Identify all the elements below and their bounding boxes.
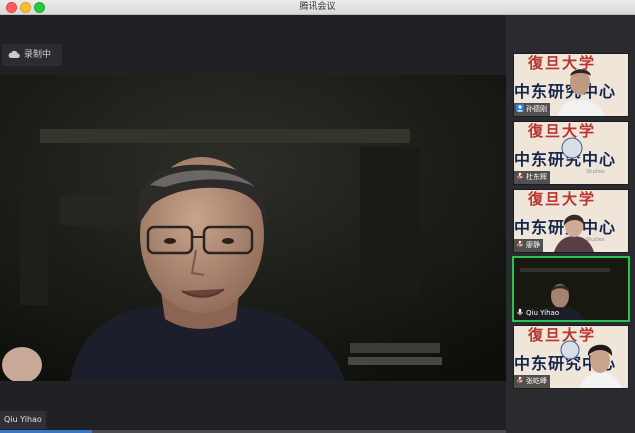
user-icon [516,104,524,112]
speaker-name-label: Qiu Yihao [0,411,46,429]
participant-name-label: 廖静 [514,239,543,252]
participant-name: 孙德刚 [526,105,547,113]
participant-sidebar: 復旦大学 中东研究中心 孙德刚 復旦大学 中东研究中心 Studies 杜东辉 … [506,15,635,433]
participant-name: 廖静 [526,241,540,249]
title-bar: 腾讯会议 [0,0,635,15]
recording-label: 录制中 [24,50,52,60]
participant-tile[interactable]: 復旦大学 中东研究中心 Studies 廖静 [513,189,629,253]
participant-tile[interactable]: 復旦大学 中东研究中心 张屹峰 [513,325,629,389]
recording-indicator[interactable]: 录制中 [2,44,62,66]
mic-off-icon [516,376,524,384]
participant-name-label: 张屹峰 [514,375,550,388]
window-title: 腾讯会议 [299,2,336,12]
participant-name: 杜东辉 [526,173,547,181]
participant-name: Qiu Yihao [526,309,560,317]
cloud-icon [8,50,20,58]
main-video-area: 录制中 [0,15,506,433]
participant-name: 张屹峰 [526,377,547,385]
participant-name-label: 孙德刚 [514,103,550,116]
participant-name-label: 杜东辉 [514,171,550,184]
participant-tile[interactable]: 復旦大学 中东研究中心 Studies 杜东辉 [513,121,629,185]
participant-name-label: Qiu Yihao [514,307,563,320]
participant-tile[interactable]: 復旦大学 中东研究中心 孙德刚 [513,53,629,117]
participant-tile-active-speaker[interactable]: Qiu Yihao [512,256,630,322]
speaker-video[interactable] [0,75,506,381]
mic-icon [517,308,523,316]
mic-off-icon [516,172,524,180]
mic-off-icon [516,240,524,248]
speaker-video-frame [0,75,506,381]
